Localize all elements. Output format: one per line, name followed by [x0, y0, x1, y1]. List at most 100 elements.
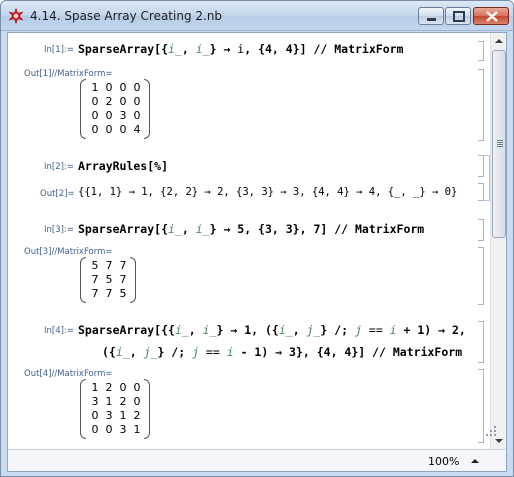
matrix-cell: 3: [119, 109, 127, 122]
output-label-2: Out[2]=: [40, 189, 75, 199]
matrix-cell: 5: [119, 287, 127, 300]
input-cell-4-line-2[interactable]: ({i_, j_} /; j == i - 1) → 3}, {4, 4}] /…: [102, 345, 462, 359]
matrix-cell: 0: [91, 109, 99, 122]
thumb-grip: [497, 142, 503, 143]
matrix-cell: 4: [133, 123, 141, 136]
matrix-left-paren: [80, 257, 86, 303]
matrix-cell: 5: [91, 259, 99, 272]
vertical-scrollbar[interactable]: [490, 33, 506, 449]
pattern-var: j: [355, 323, 362, 337]
cell-bracket[interactable]: [478, 321, 484, 363]
pattern-var: j_: [306, 323, 321, 337]
cell-bracket[interactable]: [478, 219, 484, 241]
code-text: } /;: [320, 323, 356, 337]
resize-grip-icon[interactable]: [485, 425, 497, 437]
notebook-content[interactable]: In[1]:= SparseArray[{i_, i_} → i, {4, 4}…: [8, 33, 490, 449]
code-text: ,: [181, 42, 196, 56]
pattern-var: j: [192, 345, 199, 359]
matrix-row: 0004: [88, 123, 144, 136]
minimize-button[interactable]: [418, 7, 444, 25]
matrix-cell: 0: [133, 395, 141, 408]
cell-bracket[interactable]: [478, 247, 484, 305]
output-label-1: Out[1]//MatrixForm=: [24, 69, 113, 79]
matrix-cell: 0: [133, 81, 141, 94]
close-button[interactable]: [473, 7, 509, 25]
code-text: ,: [129, 345, 144, 359]
cell-bracket[interactable]: [478, 41, 484, 61]
code-text: SparseArray[{: [78, 42, 169, 56]
pattern-var: i_: [195, 42, 210, 56]
code-text: + 1) → 2,: [396, 323, 466, 337]
pattern-var: j_: [143, 345, 158, 359]
thumb-grip: [497, 144, 503, 145]
matrix-cell: 0: [91, 423, 99, 436]
input-cell-3[interactable]: SparseArray[{i_, i_} → 5, {3, 3}, 7] // …: [78, 222, 424, 236]
matrix-output-1: 1000 0200 0030 0004: [80, 79, 150, 139]
title-bar[interactable]: 4.14. Spase Array Creating 2.nb: [1, 1, 513, 31]
matrix-row: 0200: [88, 95, 144, 108]
code-text: - 1) → 3}, {4, 4}] // MatrixForm: [233, 345, 463, 359]
code-text: } /;: [157, 345, 193, 359]
matrix-cell: 0: [133, 109, 141, 122]
input-cell-2[interactable]: ArrayRules[%]: [78, 159, 168, 173]
zoom-level[interactable]: 100%: [428, 455, 459, 468]
matrix-output-4: 1200 3120 0312 0031: [80, 379, 150, 439]
pattern-var: i_: [174, 323, 189, 337]
pattern-var: i_: [168, 222, 182, 236]
input-label-1: In[1]:=: [44, 45, 74, 55]
window-title: 4.14. Spase Array Creating 2.nb: [30, 9, 223, 23]
matrix-cell: 1: [91, 381, 99, 394]
matrix-cell: 2: [105, 95, 113, 108]
matrix-cell: 1: [91, 81, 99, 94]
matrix-cell: 0: [91, 409, 99, 422]
pattern-var: i_: [195, 222, 210, 236]
pattern-var: i: [389, 323, 397, 337]
matrix-cell: 5: [105, 273, 113, 286]
matrix-cell: 3: [91, 395, 99, 408]
matrix-row: 1200: [88, 381, 144, 394]
code-text: } →: [209, 42, 238, 56]
matrix-cell: 0: [119, 123, 127, 136]
matrix-right-paren: [144, 379, 150, 439]
matrix-cell: 0: [133, 381, 141, 394]
cell-bracket[interactable]: [478, 69, 484, 141]
matrix-right-paren: [144, 79, 150, 139]
scroll-up-arrow-icon[interactable]: [491, 33, 507, 49]
thumb-grip: [497, 140, 503, 141]
scrollbar-thumb[interactable]: [492, 50, 506, 238]
matrix-row: 757: [88, 273, 130, 286]
output-label-4: Out[4]//MatrixForm=: [24, 369, 113, 379]
input-cell-1[interactable]: SparseArray[{i_, i_} → i, {4, 4}] // Mat…: [78, 42, 403, 56]
matrix-row: 0031: [88, 423, 144, 436]
pattern-var: i_: [168, 42, 182, 56]
matrix-row: 577: [88, 259, 130, 272]
matrix-cell: 0: [119, 81, 127, 94]
code-text: , {4, 4}] // MatrixForm: [244, 42, 404, 56]
notebook-window: 4.14. Spase Array Creating 2.nb In[1]:= …: [0, 0, 514, 477]
matrix-cell: 1: [133, 423, 141, 436]
matrix-cell: 1: [105, 395, 113, 408]
matrix-cell: 7: [119, 259, 127, 272]
pattern-var: i_: [202, 323, 217, 337]
output-cell-2: {{1, 1} → 1, {2, 2} → 2, {3, 3} → 3, {4,…: [78, 186, 458, 198]
zoom-menu-arrow-icon[interactable]: [470, 456, 480, 466]
status-bar: 100%: [8, 449, 506, 471]
matrix-cell: 0: [119, 95, 127, 108]
matrix-cell: 0: [133, 95, 141, 108]
matrix-cell: 0: [105, 109, 113, 122]
matrix-row: 0030: [88, 109, 144, 122]
matrix-cell: 0: [91, 123, 99, 136]
cell-bracket[interactable]: [478, 369, 484, 443]
matrix-cell: 7: [119, 273, 127, 286]
mathematica-star-icon: [8, 8, 24, 24]
pattern-var: i_: [115, 345, 130, 359]
matrix-cell: 0: [105, 123, 113, 136]
matrix-cell: 0: [119, 381, 127, 394]
matrix-cell: 0: [105, 423, 113, 436]
matrix-left-paren: [80, 379, 86, 439]
maximize-button[interactable]: [445, 7, 471, 25]
code-text: SparseArray[{: [78, 222, 169, 236]
code-text: } → 5, {3, 3}, 7] // MatrixForm: [209, 222, 425, 236]
input-cell-4-line-1[interactable]: SparseArray[{{i_, i_} → 1, ({i_, j_} /; …: [78, 323, 466, 337]
matrix-cell: 7: [91, 273, 99, 286]
